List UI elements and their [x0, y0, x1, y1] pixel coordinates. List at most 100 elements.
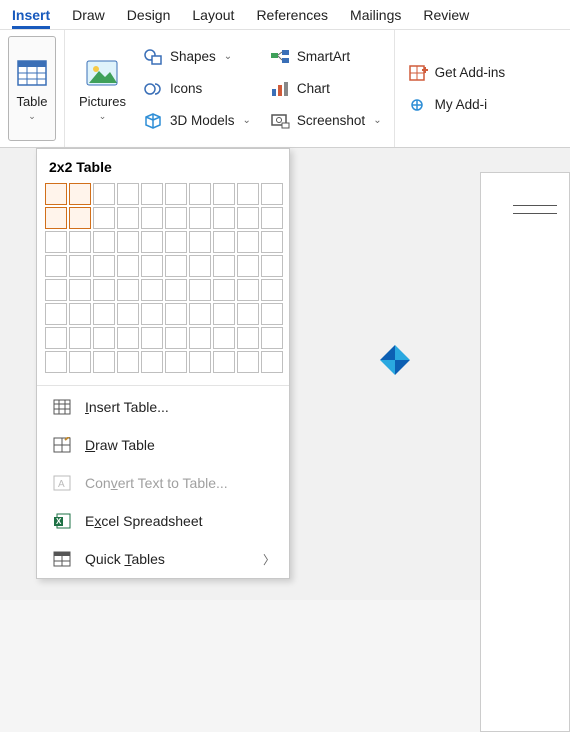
- grid-cell[interactable]: [117, 231, 139, 253]
- grid-cell[interactable]: [261, 279, 283, 301]
- grid-cell[interactable]: [213, 255, 235, 277]
- grid-cell[interactable]: [45, 279, 67, 301]
- tab-insert[interactable]: Insert: [12, 7, 50, 29]
- grid-cell[interactable]: [45, 231, 67, 253]
- draw-table-item[interactable]: Draw Table: [37, 426, 289, 464]
- grid-cell[interactable]: [189, 279, 211, 301]
- grid-cell[interactable]: [165, 351, 187, 373]
- grid-cell[interactable]: [237, 279, 259, 301]
- get-addins-button[interactable]: Get Add-ins: [403, 60, 510, 86]
- grid-cell[interactable]: [93, 351, 115, 373]
- shapes-button[interactable]: Shapes ⌄: [138, 44, 255, 70]
- grid-cell[interactable]: [165, 303, 187, 325]
- grid-cell[interactable]: [261, 303, 283, 325]
- grid-cell[interactable]: [117, 255, 139, 277]
- smartart-button[interactable]: SmartArt: [265, 44, 386, 70]
- grid-cell[interactable]: [93, 255, 115, 277]
- 3dmodels-button[interactable]: 3D Models ⌄: [138, 108, 255, 134]
- icons-button[interactable]: Icons: [138, 76, 255, 102]
- tab-review[interactable]: Review: [423, 7, 469, 29]
- grid-cell[interactable]: [189, 303, 211, 325]
- grid-cell[interactable]: [141, 351, 163, 373]
- excel-spreadsheet-item[interactable]: X Excel Spreadsheet: [37, 502, 289, 540]
- tab-mailings[interactable]: Mailings: [350, 7, 401, 29]
- grid-cell[interactable]: [261, 231, 283, 253]
- grid-cell[interactable]: [93, 231, 115, 253]
- grid-cell[interactable]: [189, 351, 211, 373]
- grid-cell[interactable]: [237, 231, 259, 253]
- grid-cell[interactable]: [69, 327, 91, 349]
- grid-cell[interactable]: [141, 327, 163, 349]
- grid-cell[interactable]: [165, 255, 187, 277]
- grid-cell[interactable]: [93, 279, 115, 301]
- grid-cell[interactable]: [141, 303, 163, 325]
- screenshot-button[interactable]: Screenshot ⌄: [265, 108, 386, 134]
- grid-cell[interactable]: [117, 351, 139, 373]
- grid-cell[interactable]: [165, 279, 187, 301]
- grid-cell[interactable]: [237, 207, 259, 229]
- grid-cell[interactable]: [213, 327, 235, 349]
- grid-cell[interactable]: [165, 183, 187, 205]
- grid-cell[interactable]: [141, 279, 163, 301]
- grid-cell[interactable]: [45, 351, 67, 373]
- document-page[interactable]: [480, 172, 570, 732]
- grid-cell[interactable]: [213, 183, 235, 205]
- grid-cell[interactable]: [261, 327, 283, 349]
- grid-cell[interactable]: [45, 183, 67, 205]
- grid-cell[interactable]: [189, 183, 211, 205]
- grid-cell[interactable]: [261, 255, 283, 277]
- tab-references[interactable]: References: [256, 7, 328, 29]
- grid-cell[interactable]: [237, 255, 259, 277]
- grid-cell[interactable]: [117, 303, 139, 325]
- grid-cell[interactable]: [141, 255, 163, 277]
- grid-cell[interactable]: [261, 351, 283, 373]
- grid-cell[interactable]: [45, 303, 67, 325]
- grid-cell[interactable]: [45, 207, 67, 229]
- grid-cell[interactable]: [69, 303, 91, 325]
- grid-cell[interactable]: [237, 183, 259, 205]
- grid-cell[interactable]: [141, 231, 163, 253]
- grid-cell[interactable]: [261, 207, 283, 229]
- pictures-button[interactable]: Pictures ⌄: [73, 36, 132, 141]
- grid-cell[interactable]: [117, 207, 139, 229]
- grid-cell[interactable]: [69, 351, 91, 373]
- grid-cell[interactable]: [213, 279, 235, 301]
- grid-cell[interactable]: [189, 327, 211, 349]
- grid-cell[interactable]: [69, 255, 91, 277]
- grid-cell[interactable]: [165, 207, 187, 229]
- grid-cell[interactable]: [261, 183, 283, 205]
- grid-cell[interactable]: [165, 231, 187, 253]
- grid-cell[interactable]: [237, 303, 259, 325]
- tab-layout[interactable]: Layout: [192, 7, 234, 29]
- my-addins-button[interactable]: My Add-i: [403, 92, 510, 118]
- table-button[interactable]: Table ⌄: [8, 36, 56, 141]
- grid-cell[interactable]: [213, 303, 235, 325]
- grid-cell[interactable]: [93, 327, 115, 349]
- table-size-grid[interactable]: [37, 183, 289, 383]
- grid-cell[interactable]: [69, 183, 91, 205]
- grid-cell[interactable]: [213, 231, 235, 253]
- grid-cell[interactable]: [141, 207, 163, 229]
- quick-tables-item[interactable]: Quick Tables 〉: [37, 540, 289, 578]
- grid-cell[interactable]: [165, 327, 187, 349]
- grid-cell[interactable]: [45, 327, 67, 349]
- tab-design[interactable]: Design: [127, 7, 171, 29]
- grid-cell[interactable]: [93, 183, 115, 205]
- insert-table-item[interactable]: Insert Table...: [37, 388, 289, 426]
- grid-cell[interactable]: [69, 231, 91, 253]
- chart-button[interactable]: Chart: [265, 76, 386, 102]
- grid-cell[interactable]: [141, 183, 163, 205]
- grid-cell[interactable]: [237, 327, 259, 349]
- grid-cell[interactable]: [117, 183, 139, 205]
- grid-cell[interactable]: [69, 207, 91, 229]
- grid-cell[interactable]: [237, 351, 259, 373]
- grid-cell[interactable]: [93, 207, 115, 229]
- grid-cell[interactable]: [117, 279, 139, 301]
- grid-cell[interactable]: [69, 279, 91, 301]
- grid-cell[interactable]: [117, 327, 139, 349]
- grid-cell[interactable]: [189, 231, 211, 253]
- grid-cell[interactable]: [213, 351, 235, 373]
- grid-cell[interactable]: [189, 207, 211, 229]
- grid-cell[interactable]: [93, 303, 115, 325]
- grid-cell[interactable]: [213, 207, 235, 229]
